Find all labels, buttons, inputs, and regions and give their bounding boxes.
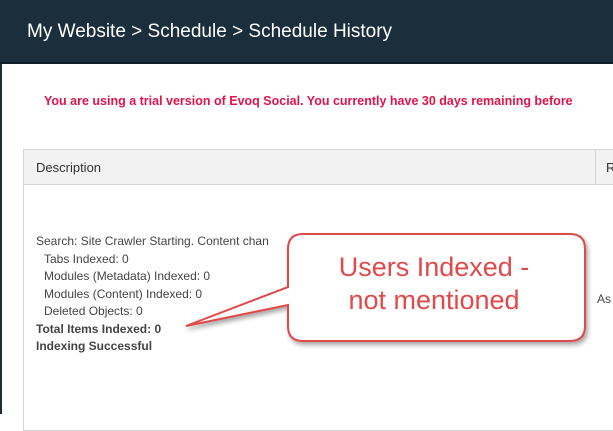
log-line-tabs: Tabs Indexed: 0 bbox=[44, 251, 129, 266]
log-line-deleted: Deleted Objects: 0 bbox=[44, 304, 143, 318]
column-header-second[interactable]: R bbox=[606, 160, 613, 175]
callout-line-1: Users Indexed - bbox=[338, 252, 530, 282]
log-line-total: Total Items Indexed: 0 bbox=[36, 321, 162, 336]
table-row-col2: As bbox=[597, 292, 612, 306]
page-header: My Website > Schedule > Schedule History bbox=[0, 0, 613, 64]
log-line-modules-metadata: Modules (Metadata) Indexed: 0 bbox=[44, 269, 211, 283]
log-line-start: Search: Site Crawler Starting. Content c… bbox=[36, 234, 269, 248]
table-header: Description R bbox=[24, 150, 613, 185]
table-row-description: Search: Site Crawler Starting. Content c… bbox=[36, 233, 269, 356]
callout-text: Users Indexed - not mentioned bbox=[296, 251, 572, 317]
column-divider bbox=[595, 150, 596, 184]
column-header-description[interactable]: Description bbox=[36, 160, 101, 175]
callout-line-2: not mentioned bbox=[348, 285, 520, 315]
log-line-status: Indexing Successful bbox=[36, 339, 153, 353]
trial-notice: You are using a trial version of Evoq So… bbox=[44, 94, 573, 108]
breadcrumb[interactable]: My Website > Schedule > Schedule History bbox=[27, 21, 392, 43]
log-line-modules-content: Modules (Content) Indexed: 0 bbox=[44, 286, 203, 301]
left-frame-edge bbox=[0, 64, 2, 414]
